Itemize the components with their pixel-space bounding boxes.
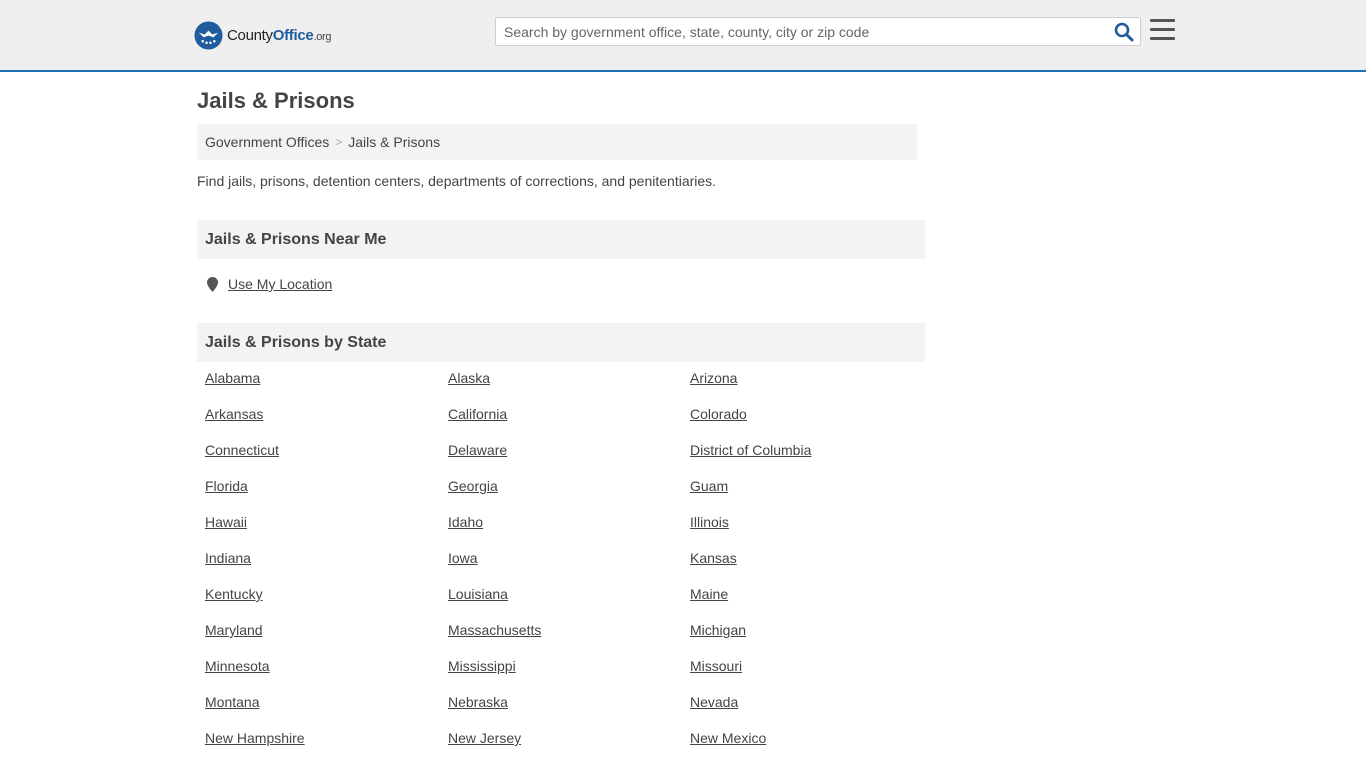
breadcrumb-current: Jails & Prisons bbox=[348, 134, 441, 150]
state-link-guam[interactable]: Guam bbox=[690, 478, 728, 494]
page-description: Find jails, prisons, detention centers, … bbox=[197, 173, 717, 189]
state-link-iowa[interactable]: Iowa bbox=[448, 550, 478, 566]
logo-wordmark: CountyOffice.org bbox=[227, 26, 332, 44]
search-bar bbox=[495, 17, 1141, 46]
state-link-georgia[interactable]: Georgia bbox=[448, 478, 498, 494]
state-link-michigan[interactable]: Michigan bbox=[690, 622, 746, 638]
menu-line bbox=[1150, 19, 1175, 22]
state-link-idaho[interactable]: Idaho bbox=[448, 514, 483, 530]
hamburger-menu-icon[interactable] bbox=[1150, 19, 1175, 41]
menu-line bbox=[1150, 28, 1175, 31]
state-link-montana[interactable]: Montana bbox=[205, 694, 259, 710]
by-state-heading: Jails & Prisons by State bbox=[197, 323, 925, 362]
state-link-florida[interactable]: Florida bbox=[205, 478, 248, 494]
breadcrumb: Government Offices > Jails & Prisons bbox=[197, 124, 917, 160]
logo-text-office: Office bbox=[272, 26, 314, 44]
state-link-district-of-columbia[interactable]: District of Columbia bbox=[690, 442, 811, 458]
state-link-nebraska[interactable]: Nebraska bbox=[448, 694, 508, 710]
state-link-hawaii[interactable]: Hawaii bbox=[205, 514, 247, 530]
state-link-arkansas[interactable]: Arkansas bbox=[205, 406, 263, 422]
state-link-mississippi[interactable]: Mississippi bbox=[448, 658, 516, 674]
state-link-kansas[interactable]: Kansas bbox=[690, 550, 737, 566]
state-link-indiana[interactable]: Indiana bbox=[205, 550, 251, 566]
state-link-illinois[interactable]: Illinois bbox=[690, 514, 729, 530]
state-link-alaska[interactable]: Alaska bbox=[448, 370, 490, 386]
state-link-nevada[interactable]: Nevada bbox=[690, 694, 738, 710]
search-input[interactable] bbox=[496, 18, 1104, 45]
use-my-location-link[interactable]: Use My Location bbox=[228, 276, 332, 292]
state-link-connecticut[interactable]: Connecticut bbox=[205, 442, 279, 458]
state-link-arizona[interactable]: Arizona bbox=[690, 370, 737, 386]
logo-text-tld: .org bbox=[313, 30, 332, 43]
state-link-alabama[interactable]: Alabama bbox=[205, 370, 260, 386]
use-location-row: Use My Location bbox=[207, 276, 332, 292]
site-header: CountyOffice.org bbox=[0, 0, 1366, 72]
page-title: Jails & Prisons bbox=[197, 88, 355, 113]
map-pin-icon bbox=[207, 276, 218, 292]
site-logo[interactable]: CountyOffice.org bbox=[194, 20, 332, 50]
state-link-colorado[interactable]: Colorado bbox=[690, 406, 747, 422]
state-link-new-hampshire[interactable]: New Hampshire bbox=[205, 730, 305, 746]
state-link-delaware[interactable]: Delaware bbox=[448, 442, 507, 458]
state-link-missouri[interactable]: Missouri bbox=[690, 658, 742, 674]
state-link-minnesota[interactable]: Minnesota bbox=[205, 658, 270, 674]
state-link-new-jersey[interactable]: New Jersey bbox=[448, 730, 521, 746]
near-me-heading: Jails & Prisons Near Me bbox=[197, 220, 925, 259]
state-link-massachusetts[interactable]: Massachusetts bbox=[448, 622, 541, 638]
state-link-maine[interactable]: Maine bbox=[690, 586, 728, 602]
state-link-kentucky[interactable]: Kentucky bbox=[205, 586, 263, 602]
breadcrumb-link-government-offices[interactable]: Government Offices bbox=[205, 134, 329, 150]
state-link-new-mexico[interactable]: New Mexico bbox=[690, 730, 766, 746]
menu-line bbox=[1150, 37, 1175, 40]
breadcrumb-separator: > bbox=[335, 135, 343, 149]
state-link-maryland[interactable]: Maryland bbox=[205, 622, 263, 638]
search-icon[interactable] bbox=[1114, 22, 1134, 42]
eagle-seal-icon bbox=[194, 20, 223, 50]
state-link-california[interactable]: California bbox=[448, 406, 507, 422]
logo-text-county: County bbox=[227, 26, 273, 44]
state-link-louisiana[interactable]: Louisiana bbox=[448, 586, 508, 602]
